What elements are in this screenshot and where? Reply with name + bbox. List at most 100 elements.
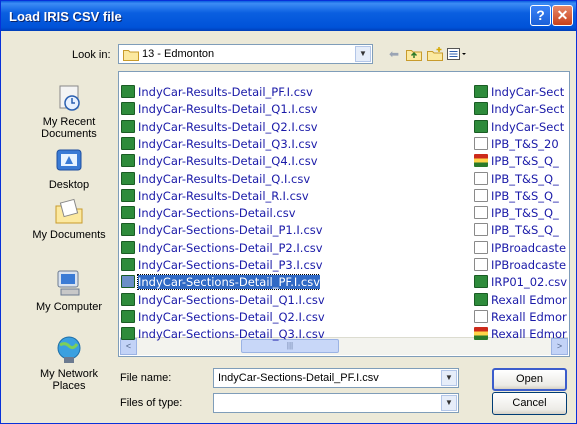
lookin-label: Look in: [72,49,111,61]
views-menu-icon[interactable] [447,47,467,61]
place-my-network-places[interactable]: My Network Places [27,335,111,392]
file-item[interactable]: IndyCar-Sections-Detail_Q2.I.csv [121,309,325,325]
file-item[interactable]: IPB_T&S_Q_ [474,188,559,204]
file-item[interactable]: IPB_T&S_Q_ [474,222,559,238]
place-label: My Network Places [39,368,99,392]
file-name: IndyCar-Sections-Detail_Q3.I.csv [138,327,325,342]
file-item[interactable]: Rexall Edmor [474,309,567,325]
file-name: IndyCar-Sect [491,85,565,99]
file-name: Rexall Edmor [491,309,567,324]
file-item[interactable]: IndyCar-Sections-Detail_P1.I.csv [121,222,323,238]
lookin-value: 13 - Edmonton [142,48,215,60]
chevron-down-icon[interactable]: ▼ [441,395,457,411]
file-item[interactable]: IndyCar-Sections-Detail_PF.I.csv [121,274,321,291]
window-title: Load IRIS CSV file [9,9,122,24]
filetype-dropdown[interactable]: ▼ [213,393,459,413]
text-file-icon [474,206,488,220]
chevron-down-icon[interactable]: ▼ [441,370,457,386]
presentation-file-icon [474,327,488,341]
file-item[interactable]: IndyCar-Sections-Detail.csv [121,205,296,221]
csv-file-icon [121,136,135,150]
file-name: IndyCar-Sections-Detail.csv [138,206,296,221]
folder-icon [123,50,139,61]
file-item[interactable]: IPB_T&S_20 [474,136,559,152]
lookin-dropdown[interactable]: 13 - Edmonton ▼ [118,44,373,64]
text-file-icon [474,223,488,237]
file-name: IndyCar-Results-Detail_R.I.csv [138,188,309,203]
chevron-down-icon[interactable]: ▼ [355,46,371,62]
place-label: My Documents [32,229,106,241]
file-item[interactable]: IndyCar-Results-Detail_PF.I.csv [121,84,313,100]
file-name: IPB_T&S_Q_ [491,206,559,221]
file-name: IPBroadcaste [491,258,567,272]
file-item[interactable]: Rexall Edmor [474,326,567,342]
csv-file-icon [474,119,488,133]
file-item[interactable]: IndyCar-Results-Detail_Q.I.csv [121,171,310,187]
file-name: IndyCar-Sections-Detail_P1.I.csv [138,223,323,238]
file-item[interactable]: Rexall Edmor [474,292,567,308]
file-item[interactable]: IPB_T&S_Q_ [474,171,559,187]
file-name: IndyCar-Sect [491,119,565,134]
filename-value: IndyCar-Sections-Detail_PF.I.csv [218,372,379,384]
csv-file-icon [121,154,135,168]
file-name: IPB_T&S_Q_ [491,223,559,238]
csv-file-icon [121,85,135,98]
filetype-label: Files of type: [120,397,183,409]
file-name: IndyCar-Sections-Detail_Q2.I.csv [138,309,325,324]
file-item[interactable]: IndyCar-Sections-Detail_P3.I.csv [121,257,323,273]
recent-documents-icon [59,85,80,111]
file-item[interactable]: IPBroadcaste [474,257,566,273]
place-label: Desktop [48,179,90,191]
file-item[interactable]: IRP01_02.csv [474,274,567,290]
my-documents-icon [55,198,83,224]
file-item[interactable]: IndyCar-Sections-Detail_Q1.I.csv [121,292,325,308]
csv-file-icon [474,85,488,98]
file-item[interactable]: IndyCar-Sect [474,119,564,135]
new-folder-icon[interactable] [427,47,443,61]
file-name: IPBroadcaste [491,240,567,255]
close-button[interactable]: ✕ [552,5,573,26]
file-name: IndyCar-Sections-Detail_P3.I.csv [138,258,323,272]
file-item[interactable]: IPB_T&S_Q_ [474,205,559,221]
place-my-recent-documents[interactable]: My Recent Documents [27,83,111,140]
file-item[interactable]: IndyCar-Sect [474,101,564,117]
file-name: IPB_T&S_Q_ [491,171,559,186]
file-name: IPB_T&S_20 [491,136,559,151]
csv-file-icon [121,258,135,271]
help-button[interactable]: ? [530,5,551,26]
cancel-button[interactable]: Cancel [492,392,567,415]
my-computer-icon [57,270,80,296]
text-file-icon [474,188,488,202]
file-item[interactable]: IndyCar-Sections-Detail_P2.I.csv [121,240,323,256]
place-my-documents[interactable]: My Documents [27,196,111,241]
file-item[interactable]: IndyCar-Results-Detail_R.I.csv [121,188,309,204]
csv-file-icon [474,292,488,306]
file-name: IndyCar-Results-Detail_PF.I.csv [138,85,313,99]
up-folder-icon[interactable] [406,47,422,61]
csv-file-icon [121,309,135,323]
file-item[interactable]: IPB_T&S_Q_ [474,153,559,169]
back-arrow-icon[interactable]: ⬅ [386,47,402,61]
open-button[interactable]: Open [492,368,567,391]
file-name: IndyCar-Results-Detail_Q3.I.csv [138,136,318,151]
file-item[interactable]: IndyCar-Results-Detail_Q4.I.csv [121,153,318,169]
file-name: IndyCar-Results-Detail_Q1.I.csv [138,102,318,117]
file-item[interactable]: IndyCar-Sections-Detail_Q3.I.csv [121,326,325,342]
file-item[interactable]: IPBroadcaste [474,240,566,256]
filename-field[interactable]: IndyCar-Sections-Detail_PF.I.csv ▼ [213,368,459,388]
file-item[interactable]: IndyCar-Results-Detail_Q3.I.csv [121,136,318,152]
file-item[interactable]: IndyCar-Results-Detail_Q1.I.csv [121,101,318,117]
title-bar[interactable]: Load IRIS CSV file ? ✕ [1,1,576,31]
file-item[interactable]: IndyCar-Sect [474,84,564,100]
file-name: IndyCar-Results-Detail_Q2.I.csv [138,119,318,134]
file-name: IndyCar-Results-Detail_Q4.I.csv [138,154,318,169]
file-name: IndyCar-Sections-Detail_PF.I.csv [136,274,321,291]
text-file-icon [474,171,488,185]
file-item[interactable]: IndyCar-Results-Detail_Q2.I.csv [121,119,318,135]
place-desktop[interactable]: Desktop [27,146,111,191]
file-list[interactable]: < ||| > IndyCar-Results-Detail_PF.I.csv I… [118,71,570,357]
place-my-computer[interactable]: My Computer [27,268,111,313]
text-file-icon [474,240,488,254]
file-name: IRP01_02.csv [491,275,568,290]
csv-file-icon [121,171,135,185]
